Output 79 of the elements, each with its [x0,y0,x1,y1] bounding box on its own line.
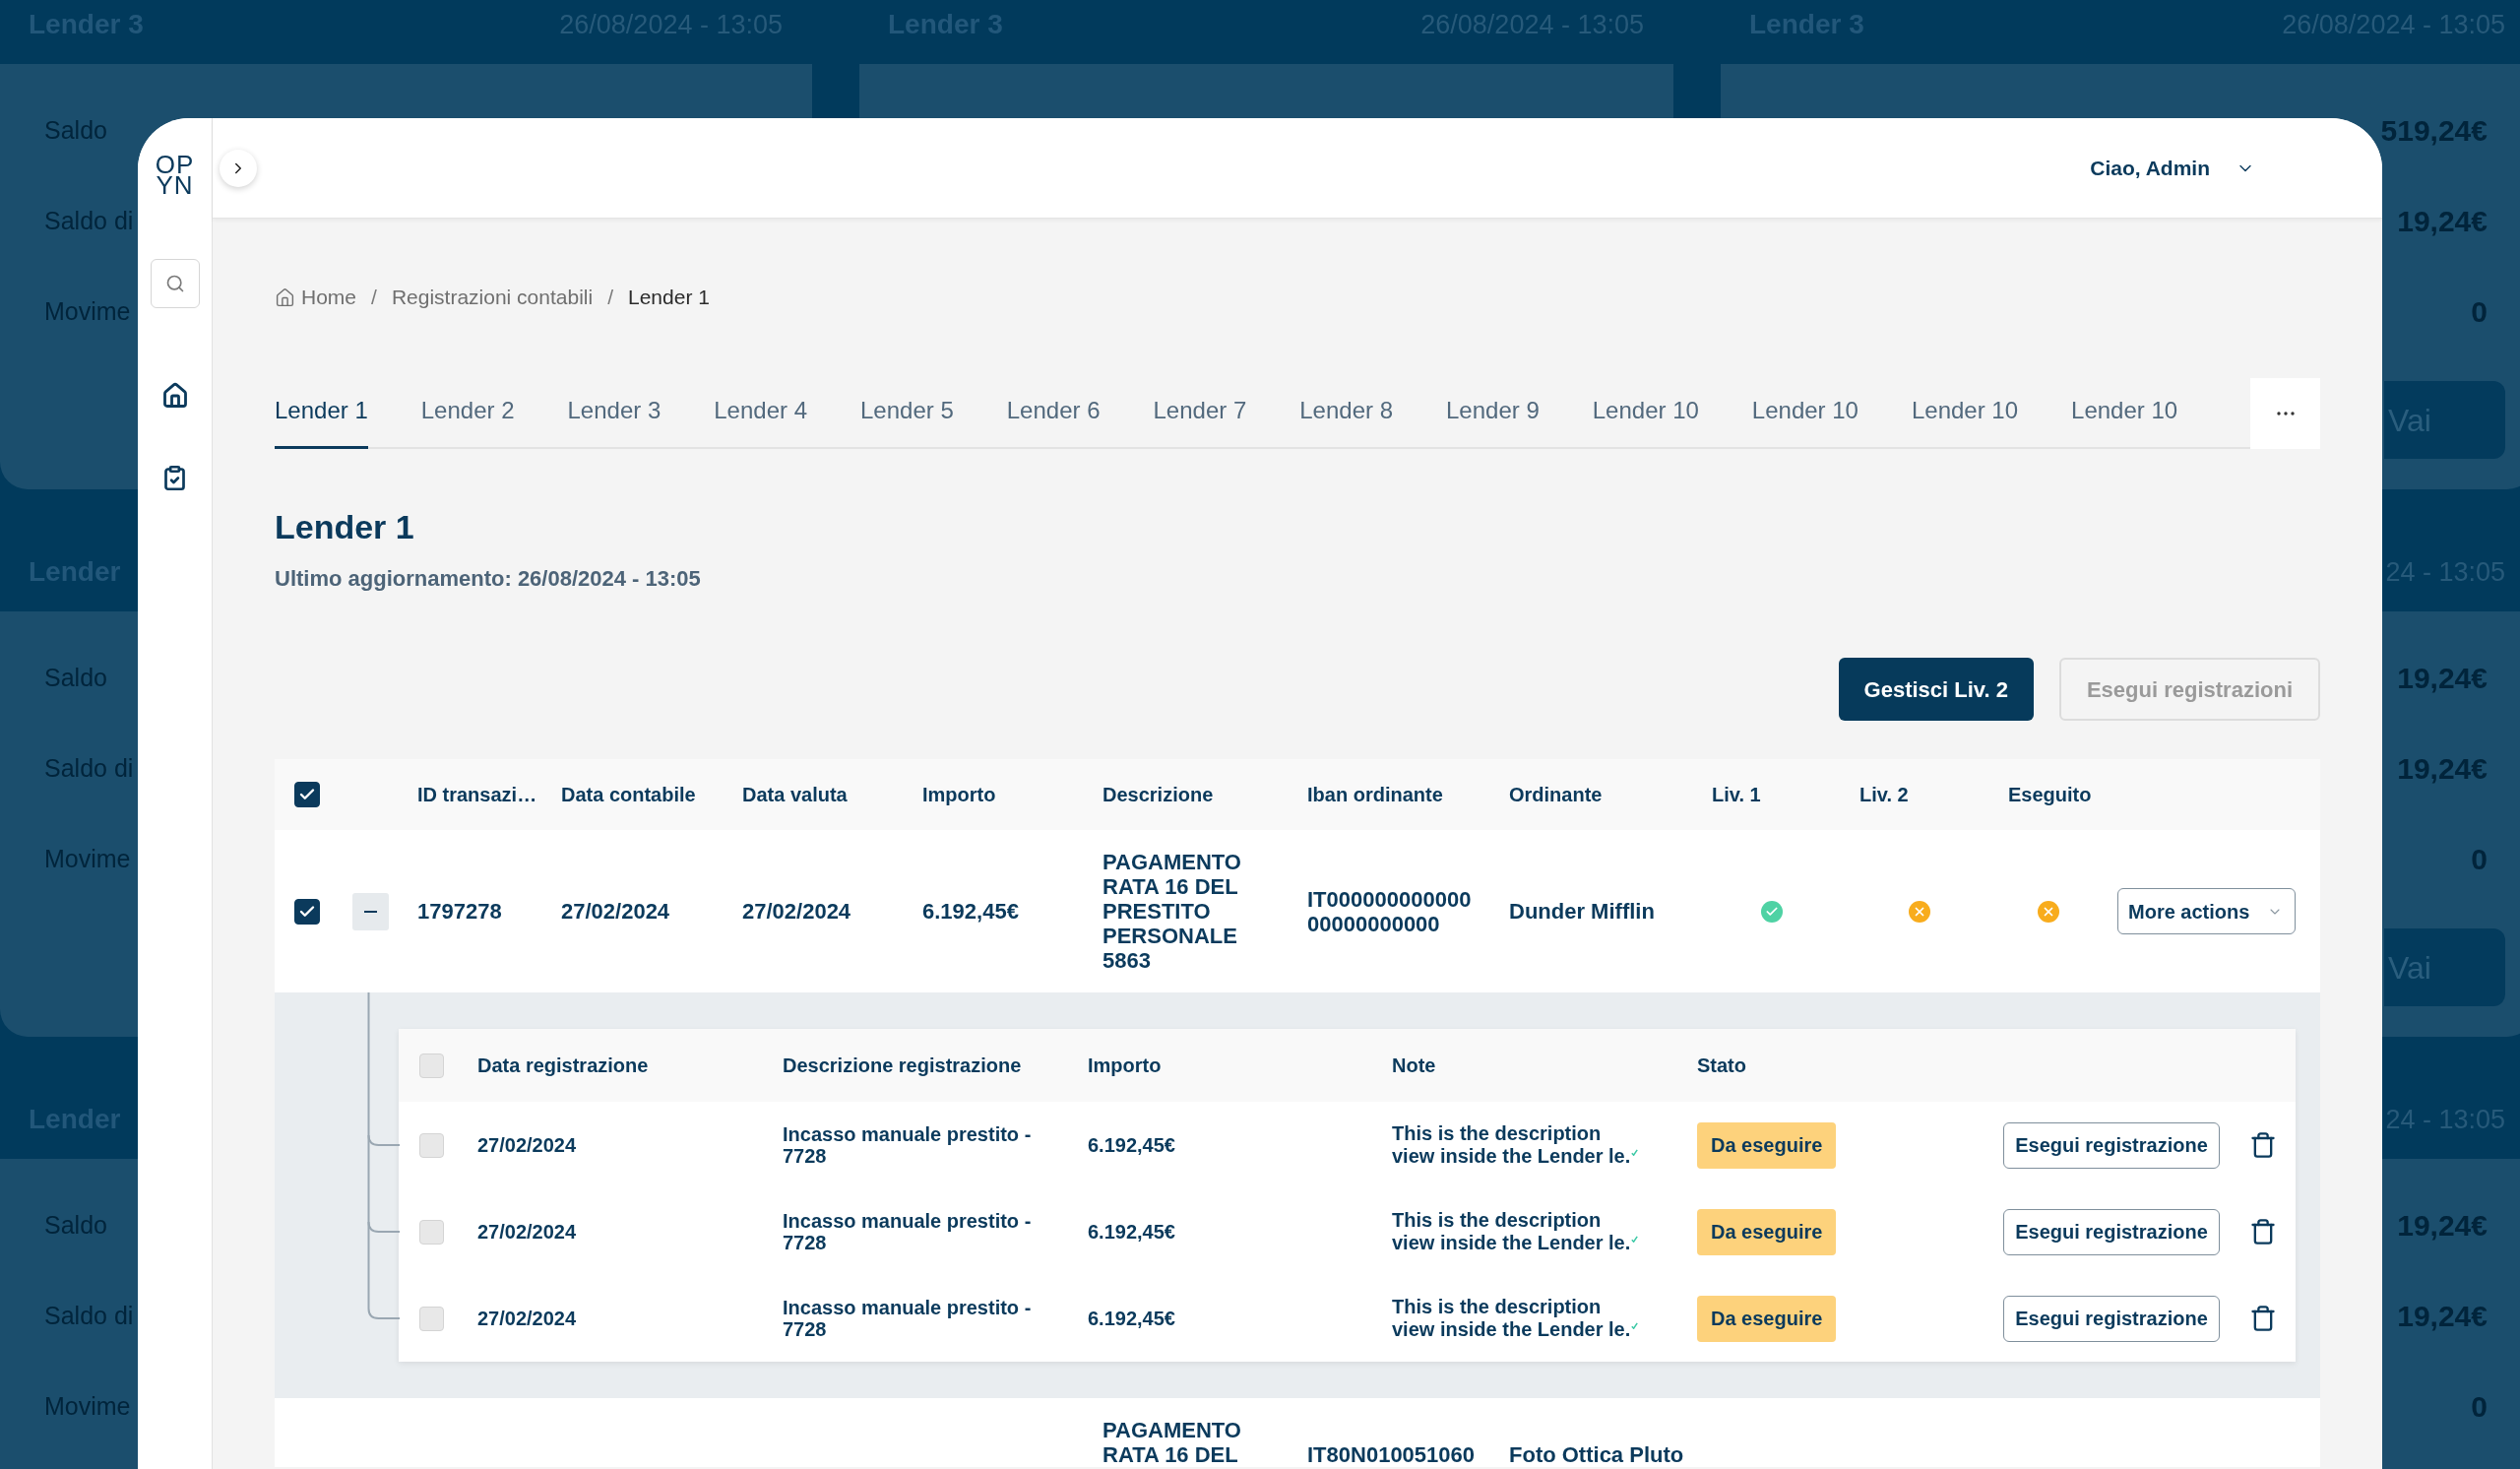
column-header: Eseguito [2008,784,2092,805]
tab[interactable]: Lender 10 [1911,378,2019,449]
column-header: Note [1392,1054,1436,1076]
tab[interactable]: Lender 1 [275,378,368,449]
column-header: ID transazi… [417,784,537,805]
logo: OP YN [155,155,195,196]
note-text: This is the description view inside the Lender le. [1392,1296,1631,1340]
home-icon[interactable] [160,382,189,410]
checkbox[interactable] [294,782,320,807]
column-header: Data valuta [742,784,848,805]
table-cell-text: Dunder Mifflin [1509,899,1656,924]
column-header: Liv. 2 [1859,784,1909,805]
tab[interactable]: Lender 9 [1446,378,1540,449]
action-button[interactable]: Gestisci Liv. 2 [1838,658,2034,721]
table-cell: 6.192,45€ [1088,1221,1175,1243]
home-icon [275,287,295,308]
tab[interactable]: Lender 7 [1153,378,1247,449]
user-menu-button[interactable]: Ciao, Admin [2090,152,2255,184]
column-header: Data registrazione [477,1054,649,1076]
search-button[interactable] [150,259,200,308]
table-cell-text: PAGAMENTO RATA 16 DEL [1102,1418,1242,1467]
note-text: This is the description view inside the Lender le. [1392,1209,1631,1253]
note-text: This is the description view inside the Lender le. [1392,1122,1631,1167]
last-update-text: Ultimo aggiornamento: 26/08/2024 - 13:05 [275,566,702,592]
table-cell: 27/02/2024 [477,1221,577,1243]
breadcrumb-separator: / [371,285,377,311]
trash-icon[interactable] [2249,1131,2277,1159]
tab[interactable]: Lender 8 [1299,378,1393,449]
breadcrumb-current: Lender 1 [628,285,710,311]
tick-icon [1631,1236,1639,1244]
breadcrumb-link[interactable]: Registrazioni contabili [391,282,594,313]
table-cell-text: 6.192,45€ [922,899,1020,924]
column-header: Stato [1697,1054,1746,1076]
table-cell: 6.192,45€ [1088,1134,1175,1156]
trash-icon[interactable] [2249,1305,2277,1332]
tab[interactable]: Lender 10 [2071,378,2178,449]
tick-icon [1631,1149,1639,1157]
column-header: Iban ordinante [1307,784,1443,805]
table-cell: IT80N010051060 [1307,1442,1477,1467]
checkbox[interactable] [294,898,320,925]
tick-icon [1631,1322,1639,1330]
more-icon [2276,412,2295,415]
table-cell-text: Foto Ottica Pluto [1509,1442,1685,1467]
status-badge: Da eseguire [1697,1295,1837,1342]
breadcrumb-separator: / [607,285,613,311]
column-header: Liv. 1 [1712,784,1761,805]
column-header: Data contabile [561,784,696,805]
search-icon [164,274,185,293]
column-header: Descrizione [1102,784,1214,805]
table-cell: 27/02/2024 [477,1308,577,1329]
table-cell-text: 27/02/2024 [742,899,852,924]
table-cell-text: Incasso manuale prestito - 7728 [783,1210,1033,1253]
tab[interactable]: Lender 6 [1006,378,1101,449]
table-cell: 27/02/2024 [477,1134,577,1156]
breadcrumb-link[interactable]: Home [275,282,357,313]
clipboard-check-icon[interactable] [161,465,188,491]
tab[interactable]: Lender 4 [714,378,807,449]
table-cell: 6.192,45€ [1088,1308,1175,1329]
trash-icon[interactable] [2249,1218,2277,1245]
column-header: Importo [1088,1054,1162,1076]
tab[interactable]: Lender 2 [420,378,515,449]
table-cell-text: PAGAMENTO RATA 16 DEL PRESTITO PERSONALE 5863 [1102,850,1242,973]
table-cell-text: 27/02/2024 [561,899,671,924]
column-header: Importo [922,784,996,805]
status-badge: Da eseguire [1697,1208,1837,1255]
tab[interactable]: Lender 10 [1751,378,1858,449]
table-cell-text: IT00000000000000000000000 [1307,886,1473,936]
table-cell-text: Incasso manuale prestito - 7728 [783,1297,1033,1340]
table-cell-text: 1797278 [417,899,503,924]
status-badge: Da eseguire [1697,1121,1837,1169]
tab[interactable]: Lender 10 [1592,378,1699,449]
minus-icon [364,910,377,913]
tab[interactable]: Lender 3 [567,378,662,449]
tab[interactable]: Lender 5 [860,378,954,449]
more-actions-dropdown[interactable]: More actions [2117,888,2296,934]
page-title: Lender 1 [275,507,415,546]
table-cell-text: Incasso manuale prestito - 7728 [783,1123,1033,1167]
column-header: Ordinante [1509,784,1603,805]
column-header: Descrizione registrazione [783,1054,1022,1076]
